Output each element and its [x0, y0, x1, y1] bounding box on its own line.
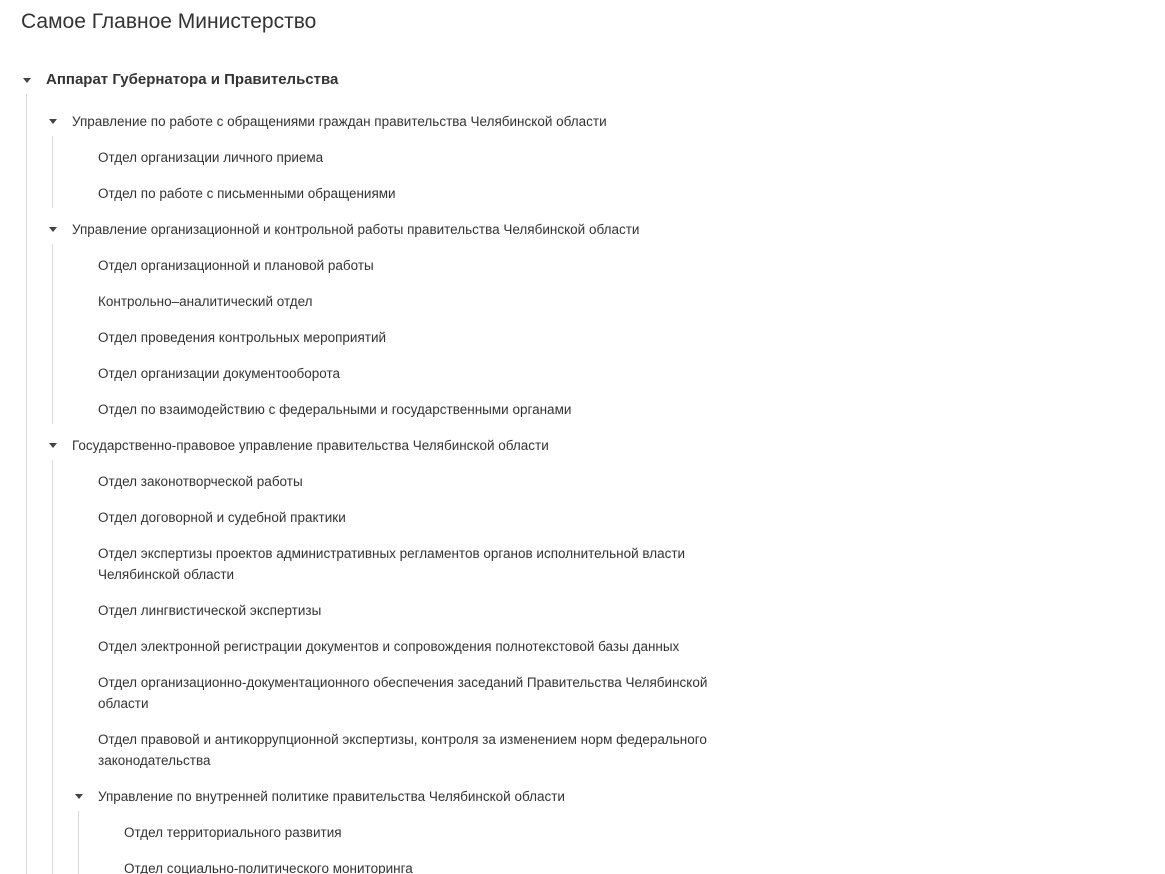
tree-node-section[interactable]: Отдел организации личного приема	[98, 147, 738, 168]
tree-guide-line	[52, 244, 53, 424]
tree-node-section[interactable]: Отдел организации документооборота	[98, 363, 738, 384]
tree-node-section[interactable]: Отдел социально-политического мониторинг…	[124, 858, 764, 874]
tree-node-section[interactable]: Отдел законотворческой работы	[98, 471, 738, 492]
tree-node-label: Отдел экспертизы проектов административн…	[98, 546, 686, 582]
tree-node-section[interactable]: Отдел электронной регистрации документов…	[98, 636, 738, 657]
tree-guide-line	[52, 460, 53, 874]
tree-node-label: Аппарат Губернатора и Правительства	[46, 71, 339, 88]
tree-node-label: Отдел организационной и плановой работы	[98, 258, 374, 273]
caret-down-icon[interactable]	[23, 78, 31, 83]
tree-guide-line	[78, 811, 79, 874]
tree-node-section[interactable]: Отдел лингвистической экспертизы	[98, 600, 738, 621]
tree-node-label: Отдел правовой и антикоррупционной экспе…	[98, 732, 707, 768]
tree-node-department[interactable]: Государственно-правовое управление прави…	[72, 435, 549, 456]
tree-node-section[interactable]: Отдел договорной и судебной практики	[98, 507, 738, 528]
tree-node-department[interactable]: Управление организационной и контрольной…	[72, 219, 639, 240]
tree-node-section[interactable]: Отдел по работе с письменными обращениям…	[98, 183, 738, 204]
tree-node-label: Управление по внутренней политике правит…	[98, 789, 565, 804]
tree-node-label: Отдел организации личного приема	[98, 150, 324, 165]
tree-node-root[interactable]: Аппарат Губернатора и Правительства	[46, 69, 338, 91]
tree-node-label: Отдел по работе с письменными обращениям…	[98, 186, 396, 201]
tree-node-section[interactable]: Отдел организационной и плановой работы	[98, 255, 738, 276]
tree-node-label: Отдел организационно-документационного о…	[98, 675, 708, 711]
tree-node-label: Государственно-правовое управление прави…	[72, 438, 549, 453]
tree-node-section[interactable]: Отдел организационно-документационного о…	[98, 672, 738, 714]
tree-node-label: Отдел социально-политического мониторинг…	[124, 861, 413, 874]
tree-node-label: Отдел договорной и судебной практики	[98, 510, 346, 525]
tree-node-label: Управление по работе с обращениями гражд…	[72, 114, 607, 129]
caret-down-icon[interactable]	[49, 443, 57, 448]
tree-node-department[interactable]: Управление по внутренней политике правит…	[98, 786, 565, 807]
tree-node-section[interactable]: Отдел территориального развития	[124, 822, 764, 843]
tree-node-label: Отдел законотворческой работы	[98, 474, 303, 489]
caret-down-icon[interactable]	[75, 794, 83, 799]
tree-node-section[interactable]: Отдел по взаимодействию с федеральными и…	[98, 399, 738, 420]
tree-node-label: Отдел электронной регистрации документов…	[98, 639, 680, 654]
caret-down-icon[interactable]	[49, 119, 57, 124]
tree-node-label: Контрольно–аналитический отдел	[98, 294, 313, 309]
tree-node-label: Отдел по взаимодействию с федеральными и…	[98, 402, 572, 417]
tree-node-label: Управление организационной и контрольной…	[72, 222, 640, 237]
tree-guide-line	[52, 136, 53, 208]
tree-node-section[interactable]: Отдел экспертизы проектов административн…	[98, 543, 738, 585]
tree-node-label: Отдел проведения контрольных мероприятий	[98, 330, 387, 345]
tree-node-section[interactable]: Отдел правовой и антикоррупционной экспе…	[98, 729, 738, 771]
tree-node-label: Отдел территориального развития	[124, 825, 342, 840]
department-tree: Аппарат Губернатора и Правительства Упра…	[0, 0, 1165, 874]
caret-down-icon[interactable]	[49, 227, 57, 232]
tree-node-label: Отдел организации документооборота	[98, 366, 341, 381]
tree-guide-line	[26, 94, 27, 874]
page: Самое Главное Министерство Аппарат Губер…	[0, 0, 1165, 874]
tree-node-section[interactable]: Отдел проведения контрольных мероприятий	[98, 327, 738, 348]
tree-node-label: Отдел лингвистической экспертизы	[98, 603, 322, 618]
tree-node-section[interactable]: Контрольно–аналитический отдел	[98, 291, 738, 312]
tree-node-department[interactable]: Управление по работе с обращениями гражд…	[72, 111, 607, 132]
